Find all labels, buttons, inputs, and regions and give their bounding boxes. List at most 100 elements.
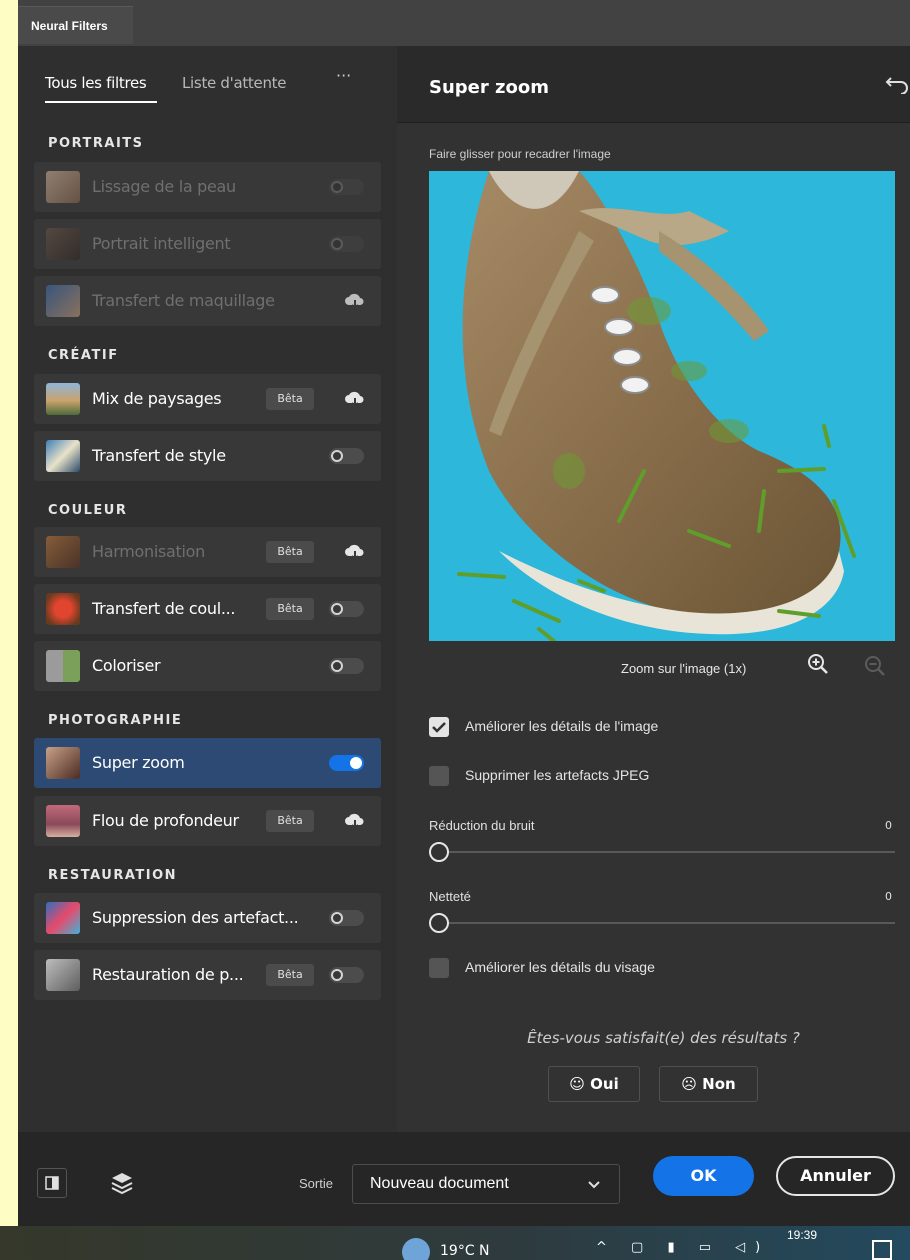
clock[interactable]: 19:39 bbox=[787, 1228, 817, 1242]
filter-row-depth-blur[interactable]: Flou de profondeur Bêta bbox=[34, 796, 381, 846]
output-selected-value: Nouveau document bbox=[370, 1175, 509, 1192]
beta-badge: Bêta bbox=[266, 964, 314, 986]
system-taskbar: 19°C N ^ ▢ ▮ ▭ ◁) 19:39 bbox=[0, 1226, 910, 1260]
category-creative: CRÉATIF bbox=[48, 348, 119, 363]
more-options-button[interactable]: ··· bbox=[336, 66, 351, 85]
checkbox-label: Supprimer les artefacts JPEG bbox=[465, 767, 650, 783]
category-restoration: RESTAURATION bbox=[48, 868, 178, 883]
filter-name: Lissage de la peau bbox=[92, 177, 236, 196]
artifact-removal-thumbnail bbox=[46, 902, 80, 934]
filter-toggle[interactable] bbox=[329, 658, 364, 674]
cloud-download-icon[interactable] bbox=[344, 292, 366, 310]
compare-view-button[interactable] bbox=[37, 1168, 67, 1198]
category-color: COULEUR bbox=[48, 503, 128, 518]
skin-smoothing-thumbnail bbox=[46, 171, 80, 203]
filter-row-color-transfer[interactable]: Transfert de coul... Bêta bbox=[34, 584, 381, 634]
checkbox-label: Améliorer les détails du visage bbox=[465, 959, 655, 975]
filter-name: Restauration de p... bbox=[92, 965, 244, 984]
super-zoom-thumbnail bbox=[46, 747, 80, 779]
filter-row-smart-portrait[interactable]: Portrait intelligent bbox=[34, 219, 381, 269]
chevron-down-icon bbox=[588, 1181, 600, 1189]
cloud-download-icon[interactable] bbox=[344, 390, 366, 408]
filter-toggle[interactable] bbox=[329, 236, 364, 252]
tab-all-filters[interactable]: Tous les filtres bbox=[45, 74, 147, 92]
filter-toggle[interactable] bbox=[329, 448, 364, 464]
filter-row-artifact-removal[interactable]: Suppression des artefact... bbox=[34, 893, 381, 943]
weather-text[interactable]: 19°C N bbox=[440, 1243, 490, 1259]
feedback-no-button[interactable]: ☹ Non bbox=[659, 1066, 758, 1102]
checkbox-label: Améliorer les détails de l'image bbox=[465, 718, 659, 734]
landscape-mixer-thumbnail bbox=[46, 383, 80, 415]
sharpness-label: Netteté bbox=[429, 889, 471, 904]
filter-row-colorize[interactable]: Coloriser bbox=[34, 641, 381, 691]
cloud-download-icon[interactable] bbox=[344, 812, 366, 830]
beta-badge: Bêta bbox=[266, 598, 314, 620]
filter-name: Mix de paysages bbox=[92, 389, 222, 408]
filter-row-style-transfer[interactable]: Transfert de style bbox=[34, 431, 381, 481]
crop-hint-text: Faire glisser pour recadrer l'image bbox=[429, 147, 611, 161]
category-portraits: PORTRAITS bbox=[48, 136, 144, 151]
filter-toggle[interactable] bbox=[329, 601, 364, 617]
beta-badge: Bêta bbox=[266, 810, 314, 832]
cancel-button[interactable]: Annuler bbox=[776, 1156, 895, 1196]
checkbox[interactable] bbox=[429, 766, 449, 786]
output-dropdown[interactable]: Nouveau document bbox=[352, 1164, 620, 1204]
notification-icon[interactable] bbox=[872, 1240, 892, 1260]
feedback-question: Êtes-vous satisfait(e) des résultats ? bbox=[527, 1029, 800, 1047]
sharpness-track[interactable] bbox=[441, 922, 895, 924]
panel-title: Super zoom bbox=[429, 77, 549, 98]
ok-button[interactable]: OK bbox=[653, 1156, 754, 1196]
noise-reduction-slider[interactable] bbox=[429, 842, 449, 862]
filter-name: Coloriser bbox=[92, 656, 161, 675]
style-transfer-thumbnail bbox=[46, 440, 80, 472]
filter-toggle[interactable] bbox=[329, 179, 364, 195]
smart-portrait-thumbnail bbox=[46, 228, 80, 260]
filter-name: Harmonisation bbox=[92, 542, 205, 561]
filter-name: Transfert de maquillage bbox=[92, 291, 275, 310]
makeup-transfer-thumbnail bbox=[46, 285, 80, 317]
checkbox[interactable] bbox=[429, 958, 449, 978]
filter-toggle[interactable] bbox=[329, 910, 364, 926]
color-transfer-thumbnail bbox=[46, 593, 80, 625]
layers-icon[interactable] bbox=[108, 1170, 136, 1196]
output-label: Sortie bbox=[299, 1176, 333, 1191]
filter-settings-panel: Super zoom Faire glisser pour recadrer l… bbox=[397, 46, 910, 1132]
colorize-thumbnail bbox=[46, 650, 80, 682]
cloud-download-icon[interactable] bbox=[344, 543, 366, 561]
noise-reduction-value: 0 bbox=[885, 819, 892, 832]
frown-icon: ☹ bbox=[681, 1075, 697, 1093]
filter-toggle[interactable] bbox=[329, 967, 364, 983]
reset-icon[interactable] bbox=[883, 76, 909, 94]
filter-row-super-zoom[interactable]: Super zoom bbox=[34, 738, 381, 788]
photo-restoration-thumbnail bbox=[46, 959, 80, 991]
filter-name: Suppression des artefact... bbox=[92, 908, 299, 927]
filter-row-photo-restoration[interactable]: Restauration de p... Bêta bbox=[34, 950, 381, 1000]
filter-row-landscape-mixer[interactable]: Mix de paysages Bêta bbox=[34, 374, 381, 424]
filter-name: Transfert de style bbox=[92, 446, 226, 465]
feedback-yes-button[interactable]: ☺ Oui bbox=[548, 1066, 640, 1102]
filter-name: Transfert de coul... bbox=[92, 599, 236, 618]
filter-name: Portrait intelligent bbox=[92, 234, 231, 253]
filter-toggle[interactable] bbox=[329, 755, 364, 771]
active-tab-indicator bbox=[45, 101, 157, 103]
bottom-action-bar: Sortie Nouveau document OK Annuler bbox=[18, 1132, 910, 1226]
filter-row-harmonization[interactable]: Harmonisation Bêta bbox=[34, 527, 381, 577]
zoom-in-icon[interactable] bbox=[806, 652, 830, 676]
checkbox[interactable] bbox=[429, 717, 449, 737]
title-bar bbox=[18, 0, 910, 46]
smile-icon: ☺ bbox=[569, 1075, 585, 1093]
filter-row-makeup-transfer[interactable]: Transfert de maquillage bbox=[34, 276, 381, 326]
sharpness-slider[interactable] bbox=[429, 913, 449, 933]
panel-header: Super zoom bbox=[397, 46, 910, 123]
filter-row-skin-smoothing[interactable]: Lissage de la peau bbox=[34, 162, 381, 212]
tab-waitlist[interactable]: Liste d'attente bbox=[182, 74, 286, 92]
system-tray-icons[interactable]: ^ ▢ ▮ ▭ ◁) bbox=[596, 1240, 770, 1255]
zoom-out-icon[interactable] bbox=[863, 654, 887, 678]
sneaker-image bbox=[429, 171, 895, 641]
harmonization-thumbnail bbox=[46, 536, 80, 568]
tab-neural-filters[interactable]: Neural Filters bbox=[18, 6, 133, 44]
filter-name: Super zoom bbox=[92, 753, 185, 772]
image-preview[interactable] bbox=[429, 171, 895, 641]
noise-reduction-track[interactable] bbox=[441, 851, 895, 853]
weather-icon[interactable] bbox=[402, 1238, 430, 1260]
